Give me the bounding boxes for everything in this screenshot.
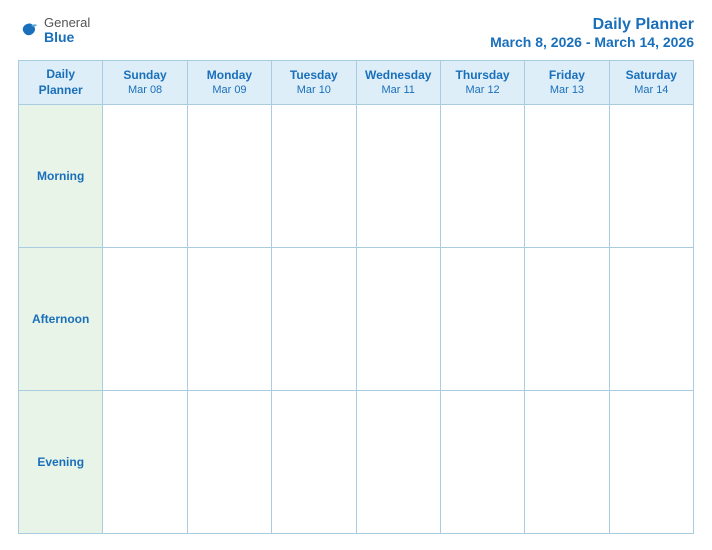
planner-date-range: March 8, 2026 - March 14, 2026 — [490, 34, 694, 50]
cell-afternoon-saturday[interactable] — [609, 248, 693, 391]
col-saturday-name: Saturday — [612, 68, 691, 84]
col-header-wednesday: Wednesday Mar 11 — [356, 61, 440, 105]
col-wednesday-date: Mar 11 — [359, 83, 438, 97]
col-friday-name: Friday — [527, 68, 606, 84]
col-thursday-name: Thursday — [443, 68, 522, 84]
cell-morning-tuesday[interactable] — [272, 105, 356, 248]
cell-afternoon-thursday[interactable] — [440, 248, 524, 391]
calendar-table: Daily Planner Sunday Mar 08 Monday Mar 0… — [18, 60, 694, 534]
cell-evening-sunday[interactable] — [103, 391, 187, 534]
col-header-saturday: Saturday Mar 14 — [609, 61, 693, 105]
row-afternoon-label: Afternoon — [19, 248, 103, 391]
col-header-monday: Monday Mar 09 — [187, 61, 271, 105]
row-evening: Evening — [19, 391, 694, 534]
col-header-thursday: Thursday Mar 12 — [440, 61, 524, 105]
col-monday-name: Monday — [190, 68, 269, 84]
cell-evening-wednesday[interactable] — [356, 391, 440, 534]
table-header-label: Daily Planner — [19, 61, 103, 105]
cell-afternoon-tuesday[interactable] — [272, 248, 356, 391]
general-blue-bird-icon — [18, 20, 40, 42]
cell-morning-wednesday[interactable] — [356, 105, 440, 248]
logo: General Blue — [18, 16, 90, 46]
col-sunday-date: Mar 08 — [105, 83, 184, 97]
row-morning: Morning — [19, 105, 694, 248]
col-friday-date: Mar 13 — [527, 83, 606, 97]
cell-morning-thursday[interactable] — [440, 105, 524, 248]
col-monday-date: Mar 09 — [190, 83, 269, 97]
row-afternoon: Afternoon — [19, 248, 694, 391]
cell-morning-saturday[interactable] — [609, 105, 693, 248]
row-morning-label: Morning — [19, 105, 103, 248]
logo-text: General Blue — [44, 16, 90, 46]
logo-blue: Blue — [44, 30, 90, 45]
cell-afternoon-monday[interactable] — [187, 248, 271, 391]
header-right: Daily Planner March 8, 2026 - March 14, … — [490, 16, 694, 50]
cell-afternoon-sunday[interactable] — [103, 248, 187, 391]
col-saturday-date: Mar 14 — [612, 83, 691, 97]
row-evening-label: Evening — [19, 391, 103, 534]
header: General Blue Daily Planner March 8, 2026… — [18, 16, 694, 50]
table-header-row: Daily Planner Sunday Mar 08 Monday Mar 0… — [19, 61, 694, 105]
header-label-line2: Planner — [39, 83, 83, 97]
col-header-tuesday: Tuesday Mar 10 — [272, 61, 356, 105]
cell-morning-monday[interactable] — [187, 105, 271, 248]
cell-evening-monday[interactable] — [187, 391, 271, 534]
col-header-friday: Friday Mar 13 — [525, 61, 609, 105]
col-tuesday-date: Mar 10 — [274, 83, 353, 97]
cell-morning-friday[interactable] — [525, 105, 609, 248]
cell-afternoon-wednesday[interactable] — [356, 248, 440, 391]
cell-evening-thursday[interactable] — [440, 391, 524, 534]
logo-general: General — [44, 16, 90, 30]
cell-evening-tuesday[interactable] — [272, 391, 356, 534]
col-tuesday-name: Tuesday — [274, 68, 353, 84]
col-header-sunday: Sunday Mar 08 — [103, 61, 187, 105]
col-sunday-name: Sunday — [105, 68, 184, 84]
cell-afternoon-friday[interactable] — [525, 248, 609, 391]
col-thursday-date: Mar 12 — [443, 83, 522, 97]
cell-evening-saturday[interactable] — [609, 391, 693, 534]
cell-evening-friday[interactable] — [525, 391, 609, 534]
cell-morning-sunday[interactable] — [103, 105, 187, 248]
col-wednesday-name: Wednesday — [359, 68, 438, 84]
planner-title: Daily Planner — [490, 16, 694, 34]
header-label-line1: Daily — [46, 67, 75, 81]
